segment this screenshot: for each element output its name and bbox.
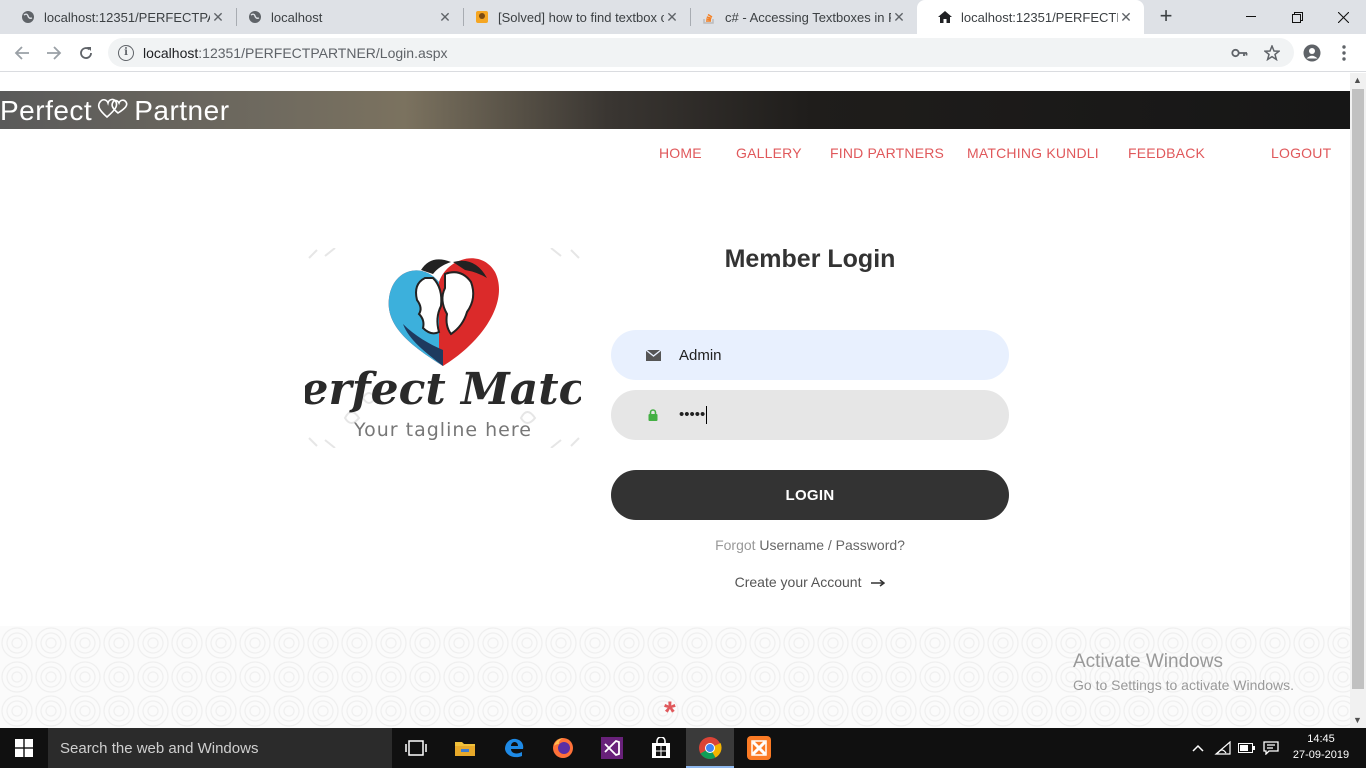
clock-time: 14:45: [1307, 733, 1335, 745]
nav-logout[interactable]: LOGOUT: [1271, 145, 1331, 161]
double-heart-icon: [96, 95, 130, 128]
activate-windows-subtitle: Go to Settings to activate Windows.: [1073, 677, 1294, 693]
nav-feedback[interactable]: FEEDBACK: [1128, 145, 1205, 161]
create-account-label: Create your Account: [734, 574, 862, 590]
tab-title: [Solved] how to find textbox co: [498, 9, 664, 25]
arrow-right-icon: [871, 574, 886, 590]
close-tab-icon[interactable]: ✕: [210, 9, 226, 25]
tab-title: localhost:12351/PERFECTPARTNER: [44, 9, 210, 25]
store-icon[interactable]: [637, 728, 685, 768]
xampp-icon[interactable]: [735, 728, 783, 768]
envelope-icon: [645, 349, 661, 361]
tray-chevron-up-icon[interactable]: [1187, 728, 1209, 768]
codeproject-icon: [474, 9, 490, 25]
edge-browser-icon[interactable]: [490, 728, 538, 768]
windows-taskbar: Search the web and Windows 14:45 27-09-2…: [0, 728, 1366, 768]
username-value: Admin: [679, 346, 722, 364]
globe-icon: [20, 9, 36, 25]
reload-icon[interactable]: [74, 41, 98, 65]
text-caret: [706, 406, 708, 425]
site-brand-logo[interactable]: Perfect Partner: [0, 93, 230, 129]
password-value: •••••: [679, 405, 708, 425]
stackoverflow-icon: [701, 9, 717, 25]
visual-studio-icon[interactable]: [588, 728, 636, 768]
activate-windows-title: Activate Windows: [1073, 651, 1223, 672]
nav-find-partners[interactable]: FIND PARTNERS: [830, 145, 944, 161]
tab-title: localhost:12351/PERFECTPARTNER: [961, 9, 1118, 25]
info-icon[interactable]: i: [118, 44, 134, 61]
forgot-credentials-link[interactable]: Username / Password?: [759, 537, 905, 553]
task-view-icon[interactable]: [392, 728, 440, 768]
browser-tab-strip: localhost:12351/PERFECTPARTNER ✕ localho…: [0, 0, 1366, 34]
scrollbar-thumb[interactable]: [1352, 89, 1364, 689]
home-icon: [937, 9, 953, 25]
tab-title: localhost: [271, 9, 323, 25]
firefox-icon[interactable]: [539, 728, 587, 768]
back-icon[interactable]: [10, 41, 34, 65]
close-tab-icon[interactable]: ✕: [891, 9, 907, 25]
globe-icon: [247, 9, 263, 25]
wifi-icon[interactable]: [1211, 728, 1235, 768]
browser-tab[interactable]: localhost:12351/PERFECTPARTNER ✕: [0, 0, 236, 34]
minimize-icon[interactable]: [1228, 0, 1274, 34]
file-explorer-icon[interactable]: [441, 728, 489, 768]
close-tab-icon[interactable]: ✕: [437, 9, 453, 25]
scroll-down-icon[interactable]: ▼: [1353, 715, 1362, 725]
perfect-match-logo: Perfect Match Your tagline here: [267, 247, 617, 449]
nav-gallery[interactable]: GALLERY: [736, 145, 802, 161]
scroll-up-icon[interactable]: ▲: [1353, 75, 1362, 85]
brand-right-text: Partner: [134, 95, 230, 126]
restore-icon[interactable]: [1274, 0, 1320, 34]
logo-title: Perfect Match: [305, 364, 581, 415]
forgot-prefix: Forgot: [715, 537, 756, 553]
password-field[interactable]: •••••: [611, 390, 1009, 440]
close-window-icon[interactable]: [1320, 0, 1366, 34]
lock-icon: [645, 409, 661, 421]
address-url: localhost:12351/PERFECTPARTNER/Login.asp…: [143, 44, 448, 61]
asterisk-decoration: *: [664, 696, 676, 728]
new-tab-button[interactable]: +: [1154, 5, 1178, 29]
forward-icon[interactable]: [42, 41, 66, 65]
tab-title: c# - Accessing Textboxes in Re: [725, 9, 891, 25]
taskbar-clock[interactable]: 14:45 27-09-2019: [1286, 731, 1356, 763]
browser-tab-active[interactable]: localhost:12351/PERFECTPARTNER ✕: [917, 0, 1144, 34]
username-field[interactable]: Admin: [611, 330, 1009, 380]
logo-tagline: Your tagline here: [353, 419, 532, 441]
close-tab-icon[interactable]: ✕: [1118, 9, 1134, 25]
taskbar-search-box[interactable]: Search the web and Windows: [48, 728, 392, 768]
notification-icon[interactable]: [1259, 728, 1283, 768]
create-account-link[interactable]: Create your Account: [611, 574, 1009, 590]
nav-matching-kundli[interactable]: MATCHING KUNDLI: [967, 145, 1099, 161]
browser-toolbar: i localhost:12351/PERFECTPARTNER/Login.a…: [0, 34, 1366, 72]
activate-windows-watermark: Activate Windows Go to Settings to activ…: [1073, 651, 1294, 693]
browser-tab[interactable]: localhost ✕: [227, 0, 463, 34]
chrome-icon[interactable]: [686, 728, 734, 768]
close-tab-icon[interactable]: ✕: [664, 9, 680, 25]
nav-home[interactable]: HOME: [659, 145, 702, 161]
battery-icon[interactable]: [1235, 728, 1259, 768]
bookmark-star-icon[interactable]: [1260, 41, 1284, 65]
key-icon[interactable]: [1228, 41, 1252, 65]
brand-left-text: Perfect: [0, 95, 93, 126]
menu-kebab-icon[interactable]: [1332, 41, 1356, 65]
browser-tab[interactable]: [Solved] how to find textbox co ✕: [454, 0, 690, 34]
page-scrollbar[interactable]: ▲ ▼: [1350, 73, 1366, 728]
login-button[interactable]: LOGIN: [611, 470, 1009, 520]
profile-icon[interactable]: [1300, 41, 1324, 65]
windows-start-icon[interactable]: [0, 728, 48, 768]
clock-date: 27-09-2019: [1292, 749, 1350, 761]
forgot-credentials: Forgot Username / Password?: [611, 537, 1009, 553]
page-viewport: Perfect Partner HOME GALLERY FIND PARTNE…: [0, 73, 1350, 728]
address-bar[interactable]: i localhost:12351/PERFECTPARTNER/Login.a…: [108, 38, 1294, 67]
member-login-title: Member Login: [724, 245, 896, 273]
browser-tab[interactable]: c# - Accessing Textboxes in Re ✕: [681, 0, 917, 34]
